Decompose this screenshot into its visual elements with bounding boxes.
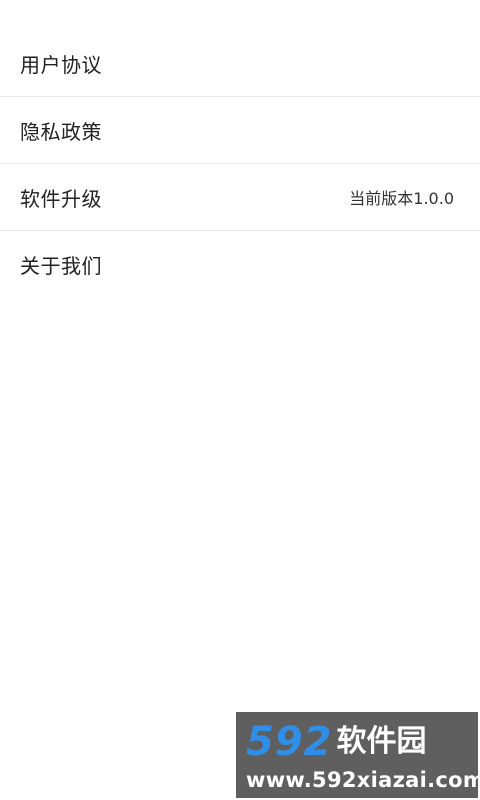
- settings-list: 用户协议 隐私政策 软件升级 当前版本1.0.0 关于我们: [0, 30, 480, 298]
- settings-item-label: 软件升级: [20, 186, 102, 211]
- settings-item-label: 隐私政策: [20, 119, 102, 144]
- settings-item-user-agreement[interactable]: 用户协议: [0, 30, 480, 97]
- watermark-text: 软件园: [336, 724, 427, 759]
- watermark: 592 软件园 www.592xiazai.com: [236, 712, 480, 798]
- watermark-logo: 592 软件园: [246, 720, 468, 762]
- watermark-digits: 592: [246, 719, 333, 765]
- settings-item-privacy-policy[interactable]: 隐私政策: [0, 97, 480, 164]
- current-version-text: 当前版本1.0.0: [349, 189, 454, 208]
- settings-item-software-upgrade[interactable]: 软件升级 当前版本1.0.0: [0, 164, 480, 231]
- settings-item-about-us[interactable]: 关于我们: [0, 231, 480, 298]
- watermark-url: www.592xiazai.com: [246, 768, 480, 792]
- settings-item-label: 关于我们: [20, 254, 102, 278]
- settings-item-label: 用户协议: [20, 52, 102, 77]
